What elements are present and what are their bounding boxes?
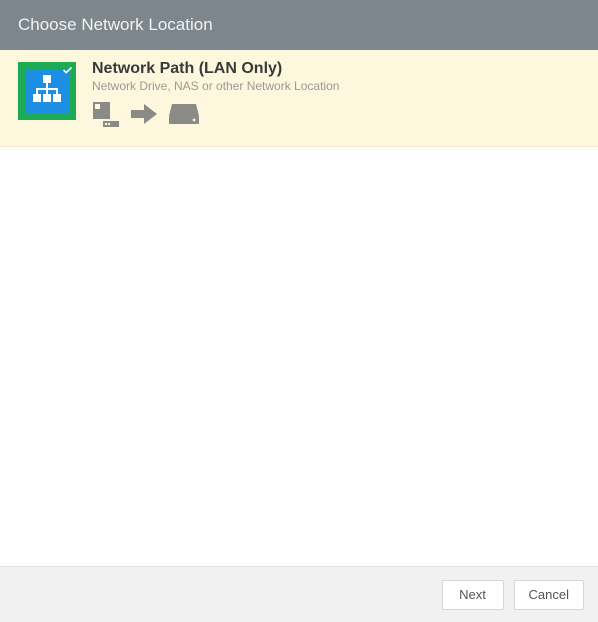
next-button[interactable]: Next [442, 580, 504, 610]
drive-icon [168, 102, 200, 131]
option-icon-container [18, 62, 76, 120]
dialog-title: Choose Network Location [18, 15, 213, 35]
network-tree-icon [30, 72, 64, 111]
content-area: Network Path (LAN Only) Network Drive, N… [0, 50, 598, 566]
cancel-button[interactable]: Cancel [514, 580, 584, 610]
option-network-path[interactable]: Network Path (LAN Only) Network Drive, N… [0, 50, 598, 147]
footer: Next Cancel [0, 566, 598, 622]
option-subtitle: Network Drive, NAS or other Network Loca… [92, 79, 580, 93]
option-text-block: Network Path (LAN Only) Network Drive, N… [92, 62, 580, 132]
server-icon [92, 101, 120, 132]
checkmark-icon [62, 65, 73, 76]
option-title: Network Path (LAN Only) [92, 60, 580, 78]
dialog-window: Choose Network Location [0, 0, 598, 622]
arrow-right-icon [130, 103, 158, 130]
titlebar: Choose Network Location [0, 0, 598, 50]
option-glyph-row [92, 101, 580, 132]
